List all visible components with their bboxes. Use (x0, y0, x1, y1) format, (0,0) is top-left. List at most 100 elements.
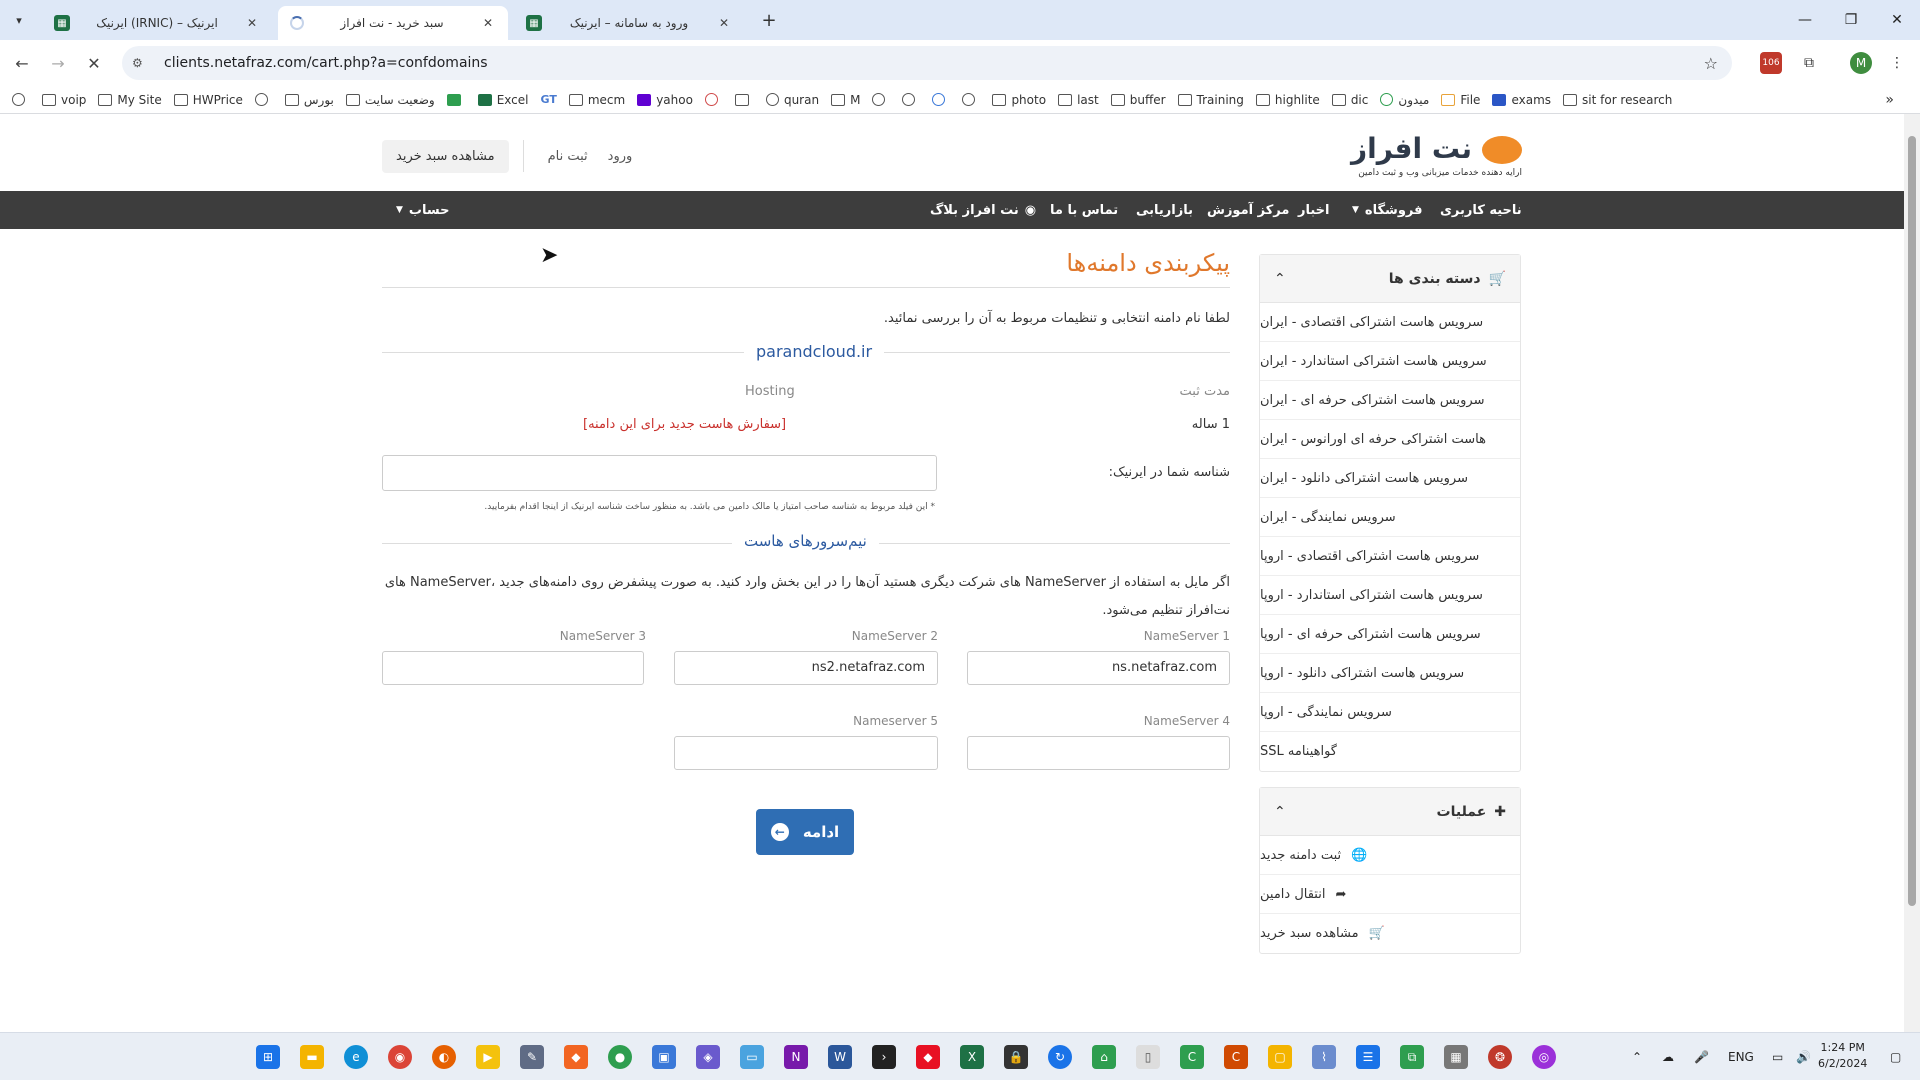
chrome-icon[interactable]: ◉ (388, 1045, 412, 1069)
app-icon[interactable]: ◎ (1532, 1045, 1556, 1069)
extension-badge-icon[interactable]: 106 (1760, 52, 1782, 74)
bookmark-item[interactable]: exams (1492, 93, 1551, 107)
category-item[interactable]: سرویس هاست اشتراکی استاندارد - اروپا (1260, 576, 1520, 615)
app-icon[interactable]: ◈ (696, 1045, 720, 1069)
view-cart-button[interactable]: مشاهده سبد خرید (382, 139, 509, 173)
action-register-domain[interactable]: 🌐 ثبت دامنه جدید (1260, 836, 1520, 875)
bookmark-item[interactable]: File (1441, 93, 1480, 107)
tab-search-button[interactable]: ▾ (8, 9, 30, 31)
language-indicator[interactable]: ENG (1728, 1033, 1754, 1080)
bookmark-item[interactable] (704, 93, 723, 106)
calculator-icon[interactable]: ▦ (1444, 1045, 1468, 1069)
ns5-input[interactable] (674, 736, 938, 770)
page-scrollbar[interactable] (1904, 114, 1920, 1032)
terminal-icon[interactable]: › (872, 1045, 896, 1069)
login-link[interactable]: ورود (608, 149, 633, 164)
app-icon[interactable]: ▣ (652, 1045, 676, 1069)
app-icon[interactable]: ✎ (520, 1045, 544, 1069)
bookmark-item[interactable] (902, 93, 920, 106)
nav-account[interactable]: حساب ▼ (396, 191, 449, 229)
bookmark-item[interactable]: GT (541, 93, 557, 106)
excel-icon[interactable]: X (960, 1045, 984, 1069)
ns2-input[interactable]: ns2.netafraz.com (674, 651, 938, 685)
bookmark-item[interactable]: میدون (1380, 93, 1429, 107)
continue-button[interactable]: ادامه ← (756, 809, 854, 855)
start-icon[interactable]: ⊞ (256, 1045, 280, 1069)
bookmark-item[interactable]: sit for research (1563, 93, 1672, 107)
bookmark-item[interactable] (932, 93, 950, 106)
bookmark-item[interactable] (446, 93, 466, 106)
nav-blog[interactable]: ◉ نت افراز بلاگ (930, 191, 1036, 229)
bookmark-item[interactable]: photo (992, 93, 1046, 107)
bookmark-item[interactable]: highlite (1255, 93, 1320, 107)
edge-icon[interactable]: e (344, 1045, 368, 1069)
volume-icon[interactable]: 🔊 (1796, 1033, 1811, 1080)
bookmark-item[interactable]: buffer (1110, 93, 1166, 107)
close-icon[interactable]: ✕ (244, 16, 260, 30)
app-icon[interactable]: C (1180, 1045, 1204, 1069)
bookmark-item[interactable]: dic (1331, 93, 1368, 107)
bookmark-item[interactable]: voip (42, 93, 86, 107)
chevron-up-icon[interactable]: ⌃ (1274, 271, 1286, 287)
stop-loading-button[interactable]: ✕ (82, 51, 106, 75)
app-icon[interactable]: ◆ (564, 1045, 588, 1069)
nav-user-area[interactable]: ناحیه کاربری (1440, 191, 1522, 229)
minimize-button[interactable]: — (1790, 8, 1820, 32)
bookmark-item[interactable]: quran (765, 93, 819, 107)
forward-button[interactable]: → (46, 51, 70, 75)
bookmark-item[interactable]: mecm (568, 93, 625, 107)
actions-header[interactable]: ⌃ ✚ عملیات (1260, 788, 1520, 836)
tab-cart[interactable]: سبد خرید - نت افراز ✕ (278, 6, 508, 40)
category-item[interactable]: سرویس هاست اشتراکی دانلود - ایران (1260, 459, 1520, 498)
bookmark-item[interactable] (734, 93, 754, 106)
browser-menu-icon[interactable]: ⋮ (1886, 52, 1908, 74)
category-item[interactable]: سرویس هاست اشتراکی حرفه ای - ایران (1260, 381, 1520, 420)
app-icon[interactable]: ❂ (1488, 1045, 1512, 1069)
bookmark-item[interactable] (12, 93, 30, 106)
bookmark-item[interactable]: بورس (284, 93, 334, 107)
site-logo[interactable]: نت افراز ارایه دهنده خدمات میزبانی وب و … (1342, 132, 1522, 182)
tab-irnic-login[interactable]: ▦ ورود به سامانه – ایرنیک ✕ (514, 6, 744, 40)
category-item[interactable]: سرویس نمایندگی - اروپا (1260, 693, 1520, 732)
new-tab-button[interactable]: + (758, 9, 780, 31)
category-item[interactable]: سرویس هاست اشتراکی اقتصادی - اروپا (1260, 537, 1520, 576)
bookmark-item[interactable] (962, 93, 980, 106)
action-transfer-domain[interactable]: ➦ انتقال دامین (1260, 875, 1520, 914)
word-icon[interactable]: W (828, 1045, 852, 1069)
nav-store[interactable]: فروشگاه ▼ (1352, 191, 1423, 229)
app-icon[interactable]: ▭ (740, 1045, 764, 1069)
chevron-up-icon[interactable]: ⌃ (1274, 804, 1286, 820)
app-icon[interactable]: C (1224, 1045, 1248, 1069)
lock-icon[interactable]: 🔒 (1004, 1045, 1028, 1069)
restore-button[interactable]: ❐ (1836, 8, 1866, 32)
onenote-icon[interactable]: N (784, 1045, 808, 1069)
scrollbar-thumb[interactable] (1908, 136, 1916, 906)
back-button[interactable]: ← (10, 51, 34, 75)
app-icon[interactable]: ◆ (916, 1045, 940, 1069)
network-icon[interactable]: ▭ (1772, 1033, 1783, 1080)
bookmark-star-icon[interactable]: ☆ (1704, 54, 1718, 73)
bookmark-item[interactable]: وضعیت سایت (345, 93, 435, 107)
app-icon[interactable]: ☰ (1356, 1045, 1380, 1069)
action-view-cart[interactable]: 🛒 مشاهده سبد خرید (1260, 914, 1520, 953)
notification-icon[interactable]: ▢ (1890, 1033, 1901, 1080)
category-item[interactable]: سرویس هاست اشتراکی اقتصادی - ایران (1260, 303, 1520, 342)
categories-header[interactable]: ⌃ 🛒 دسته بندی ها (1260, 255, 1520, 303)
category-item[interactable]: سرویس هاست اشتراکی استاندارد - ایران (1260, 342, 1520, 381)
globe-icon[interactable]: ● (608, 1045, 632, 1069)
bookmark-item[interactable] (254, 93, 273, 106)
app-icon[interactable]: ⧉ (1400, 1045, 1424, 1069)
sync-icon[interactable]: ↻ (1048, 1045, 1072, 1069)
microphone-icon[interactable]: 🎤 (1694, 1033, 1709, 1080)
close-icon[interactable]: ✕ (716, 16, 732, 30)
omnibox[interactable]: ⚙ clients.netafraz.com/cart.php?a=confdo… (122, 46, 1732, 80)
irnic-id-input[interactable] (382, 455, 937, 491)
site-info-icon[interactable]: ⚙ (132, 56, 152, 70)
register-link[interactable]: ثبت نام (548, 149, 588, 164)
tab-irnic[interactable]: ▦ ایرنیک (IRNIC) – ایرنیک ✕ (42, 6, 272, 40)
window-close-button[interactable]: ✕ (1882, 8, 1912, 32)
cloud-icon[interactable]: ☁ (1662, 1033, 1674, 1080)
category-item[interactable]: سرویس هاست اشتراکی دانلود - اروپا (1260, 654, 1520, 693)
bookmark-item[interactable]: HWPrice (173, 93, 243, 107)
app-icon[interactable]: ⌇ (1312, 1045, 1336, 1069)
